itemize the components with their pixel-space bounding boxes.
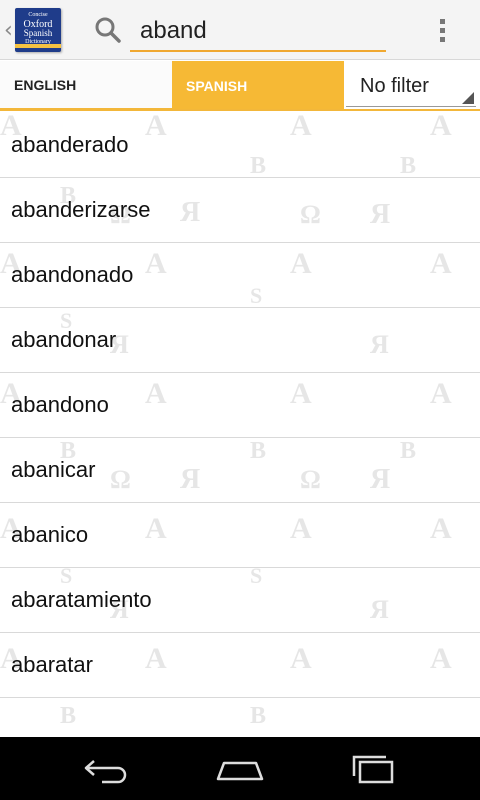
chevron-left-icon: ‹ bbox=[4, 18, 13, 43]
word-label: abanico bbox=[11, 522, 89, 547]
logo-stripe bbox=[15, 44, 61, 48]
tab-spanish-label: SPANISH bbox=[186, 78, 248, 94]
recent-apps-icon[interactable] bbox=[348, 753, 400, 785]
search-icon[interactable] bbox=[94, 16, 122, 44]
list-item[interactable]: abandonar bbox=[0, 308, 480, 373]
list-item[interactable]: abanderizarse bbox=[0, 178, 480, 243]
list-item[interactable]: abandono bbox=[0, 373, 480, 438]
list-item[interactable]: abanicar bbox=[0, 438, 480, 503]
list-item[interactable]: abanico bbox=[0, 503, 480, 568]
up-navigation[interactable]: ‹ Concise Oxford Spanish Dictionary bbox=[0, 0, 64, 60]
word-label: abanderado bbox=[11, 132, 129, 157]
system-navigation-bar bbox=[0, 737, 480, 800]
search-field[interactable] bbox=[130, 10, 386, 52]
search-input[interactable] bbox=[140, 16, 340, 46]
filter-dropdown[interactable]: No filter bbox=[346, 65, 476, 107]
list-item[interactable]: abaratamiento bbox=[0, 568, 480, 633]
list-item[interactable]: abanderado bbox=[0, 113, 480, 178]
word-label: abaratamiento bbox=[11, 587, 152, 612]
word-label: abandonado bbox=[11, 262, 134, 287]
tabs-divider bbox=[0, 109, 480, 111]
word-label: abandonar bbox=[11, 327, 117, 352]
app-logo: Concise Oxford Spanish Dictionary bbox=[15, 8, 61, 52]
word-label: abanicar bbox=[11, 457, 96, 482]
tab-english-label: ENGLISH bbox=[14, 76, 77, 93]
action-bar: ‹ Concise Oxford Spanish Dictionary bbox=[0, 0, 480, 60]
svg-text:B: B bbox=[60, 703, 76, 729]
list-item[interactable]: abandonado bbox=[0, 243, 480, 308]
tab-english[interactable]: ENGLISH bbox=[0, 61, 172, 111]
back-icon[interactable] bbox=[80, 753, 132, 785]
filter-label: No filter bbox=[360, 75, 429, 97]
dropdown-arrow-icon bbox=[462, 92, 474, 104]
list-item[interactable]: abaratar bbox=[0, 633, 480, 698]
home-icon[interactable] bbox=[214, 753, 266, 785]
overflow-menu-icon[interactable] bbox=[432, 16, 452, 46]
word-list[interactable]: A A A A B B B Ω Ω Я Я A A A A S S A A A … bbox=[0, 113, 480, 737]
word-label: abandono bbox=[11, 392, 109, 417]
word-label: abaratar bbox=[11, 652, 93, 677]
logo-line: Spanish bbox=[23, 28, 53, 38]
svg-text:B: B bbox=[250, 703, 266, 729]
word-label: abanderizarse bbox=[11, 197, 151, 222]
tab-spanish[interactable]: SPANISH bbox=[172, 61, 344, 111]
language-tabs: ENGLISH SPANISH No filter bbox=[0, 61, 480, 111]
